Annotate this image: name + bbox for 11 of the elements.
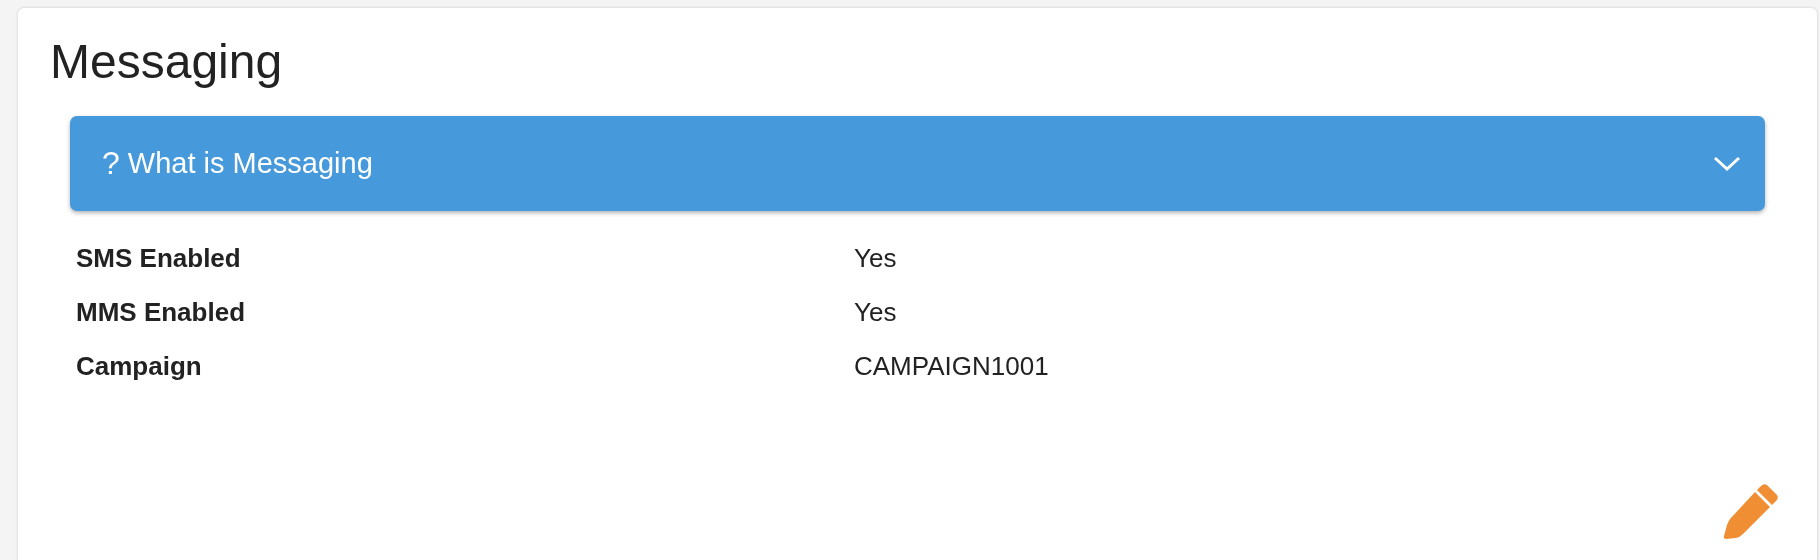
field-label: MMS Enabled <box>76 296 246 328</box>
accordion-label: What is Messaging <box>127 147 374 180</box>
pencil-icon[interactable] <box>1723 483 1779 539</box>
question-icon: ? <box>102 145 120 182</box>
field-label: Campaign <box>76 350 203 382</box>
field-value: Yes <box>854 242 897 274</box>
section-title: Messaging <box>50 34 284 90</box>
field-value: Yes <box>854 296 897 328</box>
field-value: CAMPAIGN1001 <box>854 350 1049 382</box>
help-accordion[interactable]: ? What is Messaging <box>70 116 1765 211</box>
field-label: SMS Enabled <box>76 242 242 274</box>
